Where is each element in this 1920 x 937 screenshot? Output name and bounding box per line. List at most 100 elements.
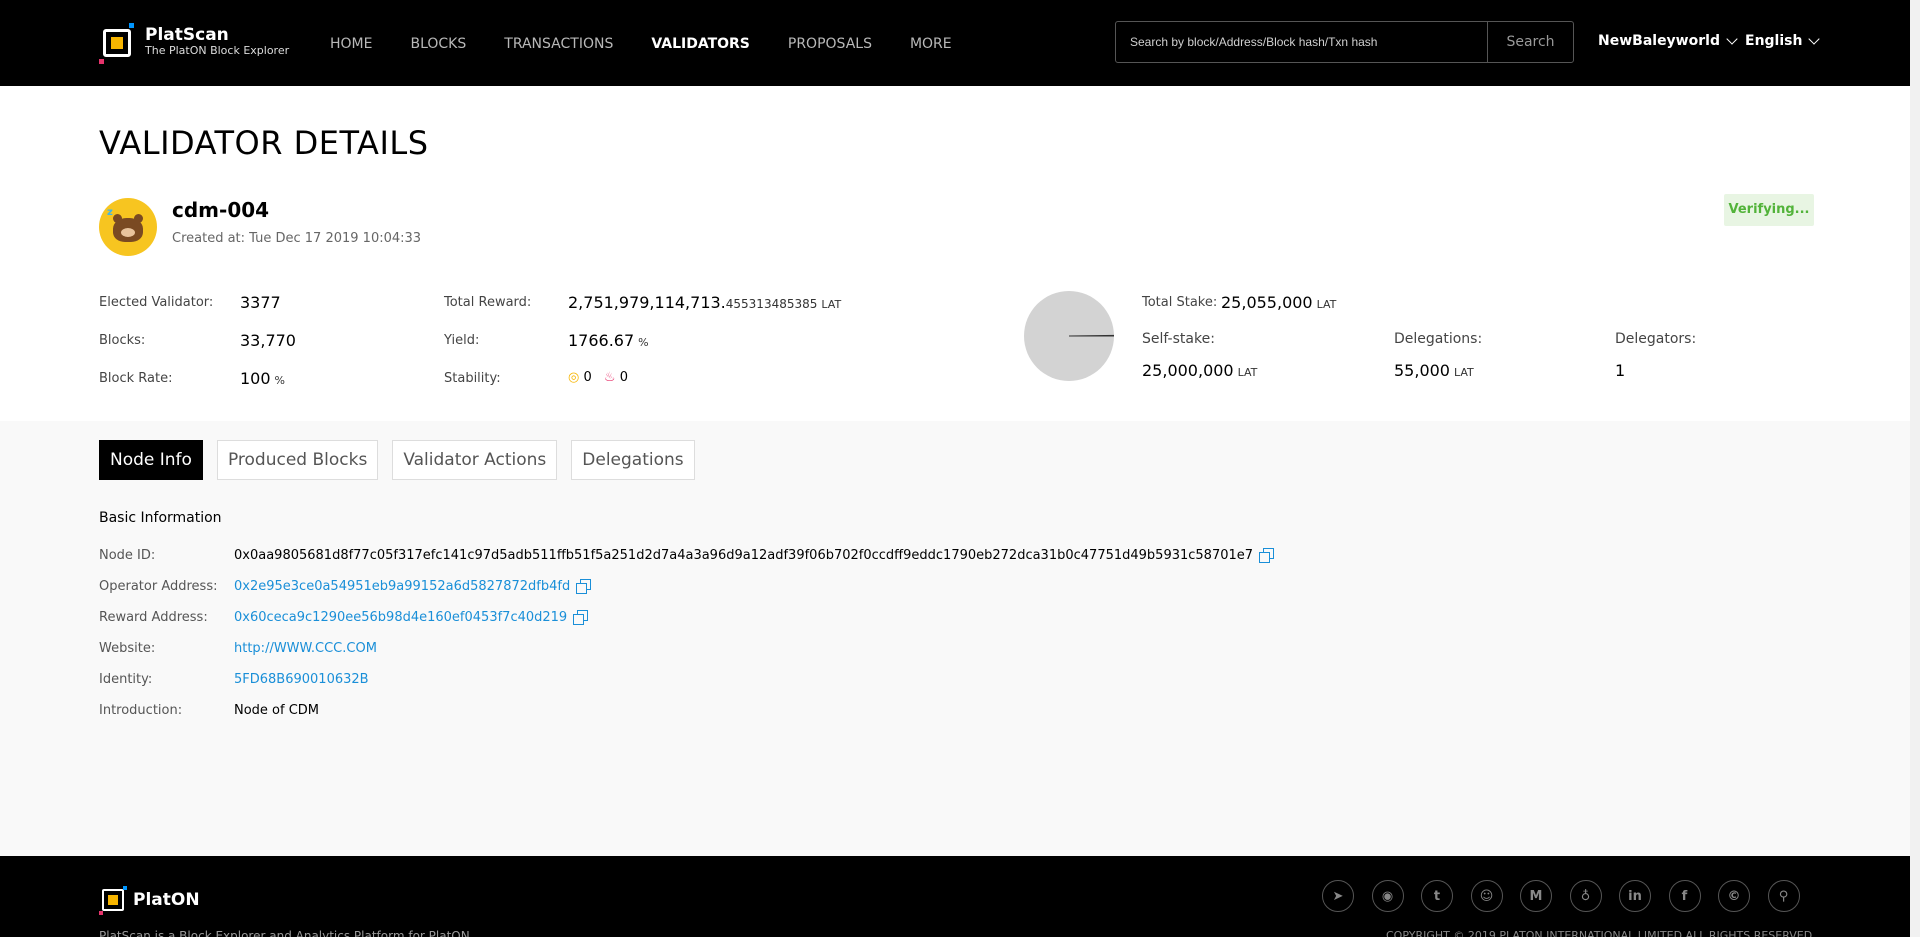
platscan-logo[interactable]: PlatScan The PlatON Block Explorer [99,21,290,64]
website-row: Website: http://WWW.CCC.COM [99,638,377,658]
operator-address-link[interactable]: 0x2e95e3ce0a54951eb9a99152a6d5827872dfb4… [234,579,570,594]
sleep-z-icon: z [107,207,113,218]
reddit-icon[interactable]: ☺ [1470,880,1503,912]
nav-more[interactable]: MORE [910,36,952,52]
total-stake-label: Total Stake: [1142,295,1218,310]
github-icon[interactable]: ♁ [1569,880,1602,912]
delegations: 55,000 LAT [1394,361,1474,380]
forum-icon[interactable]: ⚲ [1767,880,1800,912]
main-nav: HOME BLOCKS TRANSACTIONS VALIDATORS PROP… [330,36,990,52]
yield-value: 1766.67 [568,331,635,350]
logo-title: PlatScan [145,24,229,45]
platscan-logo-icon [99,21,134,64]
footer-description: PlatScan is a Block Explorer and Analyti… [99,929,470,937]
delegators-value: 1 [1615,361,1626,380]
stability: ◎ 0 ♨ 0 [568,370,628,385]
website-link[interactable]: http://WWW.CCC.COM [234,641,377,656]
slash-fire-icon: ♨ [603,370,616,385]
operator-address-row: Operator Address: 0x2e95e3ce0a54951eb9a9… [99,576,592,596]
coinmarketcap-icon[interactable]: © [1718,880,1750,912]
basic-info-title: Basic Information [99,510,222,526]
copy-icon[interactable] [1259,548,1275,563]
search-button[interactable]: Search [1487,22,1573,62]
logo-subtitle: The PlatON Block Explorer [145,44,290,58]
page-footer: PlatON PlatScan is a Block Explorer and … [0,856,1910,937]
total-reward-dec: 455313485385 [725,297,818,311]
block-rate: 100% [240,369,285,388]
social-links: ➤ ◉ t ☺ M ♁ in f © ⚲ [1322,880,1817,912]
operator-address-label: Operator Address: [99,578,218,594]
tab-delegations[interactable]: Delegations [571,440,695,480]
nav-transactions[interactable]: TRANSACTIONS [504,36,613,52]
delegators-label: Delegators: [1615,331,1697,347]
total-stake: 25,055,000 LAT [1221,293,1336,312]
identity-label: Identity: [99,671,153,687]
node-id-value: 0x0aa9805681d8f77c05f317efc141c97d5adb51… [234,547,1254,563]
medium-icon[interactable]: M [1520,880,1552,912]
stability-slash-value: 0 [619,370,628,385]
node-id-label: Node ID: [99,547,156,563]
yield-label: Yield: [444,333,480,348]
nav-validators[interactable]: VALIDATORS [651,36,750,52]
facebook-icon[interactable]: f [1668,880,1701,912]
delegations-label: Delegations: [1394,331,1483,347]
yield: 1766.67% [568,331,649,350]
delegations-value: 55,000 [1394,361,1450,380]
low-block-icon: ◎ [568,370,580,385]
twitter-icon[interactable]: t [1421,880,1453,912]
self-stake-unit: LAT [1237,366,1258,379]
search-input[interactable] [1116,22,1487,62]
self-stake-label: Self-stake: [1142,331,1215,347]
footer-brand: PlatON [133,890,200,910]
copy-icon[interactable] [576,579,592,594]
chevron-down-icon [1726,32,1738,45]
total-reward-int: 2,751,979,114,713. [568,293,726,312]
nav-home[interactable]: HOME [330,36,372,52]
language-selector[interactable]: English [1745,32,1821,49]
delegations-unit: LAT [1453,366,1474,379]
page-title: VALIDATOR DETAILS [99,124,429,162]
blocks-value: 33,770 [240,331,296,350]
reward-address-link[interactable]: 0x60ceca9c1290ee56b98d4e160ef0453f7c40d2… [234,610,567,625]
block-rate-label: Block Rate: [99,371,173,386]
identity-row: Identity: 5FD68B690010632B [99,669,369,689]
self-stake-value: 25,000,000 [1142,361,1234,380]
self-stake: 25,000,000 LAT [1142,361,1257,380]
tab-produced-blocks[interactable]: Produced Blocks [216,440,379,480]
node-id-row: Node ID: 0x0aa9805681d8f77c05f317efc141c… [99,545,1275,565]
block-rate-unit: % [274,374,285,387]
network-selector[interactable]: NewBaleyworld [1598,32,1738,49]
stability-label: Stability: [444,371,501,386]
telegram-icon[interactable]: ➤ [1322,880,1354,912]
website-label: Website: [99,640,156,656]
footer-copyright: COPYRIGHT © 2019 PLATON INTERNATIONAL LI… [1386,929,1813,937]
identity-link[interactable]: 5FD68B690010632B [234,672,369,687]
total-stake-value: 25,055,000 [1221,293,1313,312]
block-rate-value: 100 [240,369,271,388]
validator-name: cdm-004 [172,198,270,222]
copy-icon[interactable] [573,610,589,625]
platon-footer-logo[interactable]: PlatON [99,886,200,915]
stake-pie-chart [1024,291,1114,381]
status-badge: Verifying... [1724,194,1814,226]
search-bar: Search [1115,21,1574,63]
network-label: NewBaleyworld [1598,33,1720,49]
wechat-icon[interactable]: ◉ [1371,880,1404,912]
pie-slice-delegations [1068,334,1114,337]
elected-label: Elected Validator: [99,295,214,310]
reward-address-label: Reward Address: [99,609,208,625]
introduction-label: Introduction: [99,702,183,718]
introduction-value: Node of CDM [234,702,320,718]
linkedin-icon[interactable]: in [1619,880,1651,912]
stability-low-value: 0 [583,370,592,385]
nav-blocks[interactable]: BLOCKS [410,36,466,52]
tab-validator-actions[interactable]: Validator Actions [392,440,558,480]
nav-proposals[interactable]: PROPOSALS [788,36,872,52]
total-reward: 2,751,979,114,713.455313485385 LAT [568,293,841,312]
tab-node-info[interactable]: Node Info [99,440,203,480]
page-scrollbar[interactable] [1910,0,1920,937]
language-label: English [1745,33,1803,49]
elected-value: 3377 [240,293,281,312]
validator-created: Created at: Tue Dec 17 2019 10:04:33 [172,231,422,246]
total-reward-label: Total Reward: [444,295,532,310]
